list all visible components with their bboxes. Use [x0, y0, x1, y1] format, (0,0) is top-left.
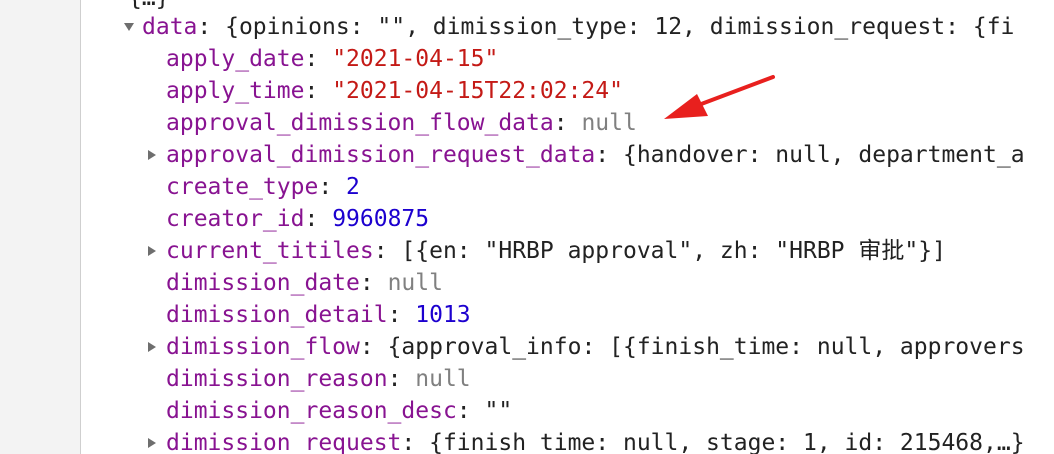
- red-arrow-icon: [664, 75, 775, 119]
